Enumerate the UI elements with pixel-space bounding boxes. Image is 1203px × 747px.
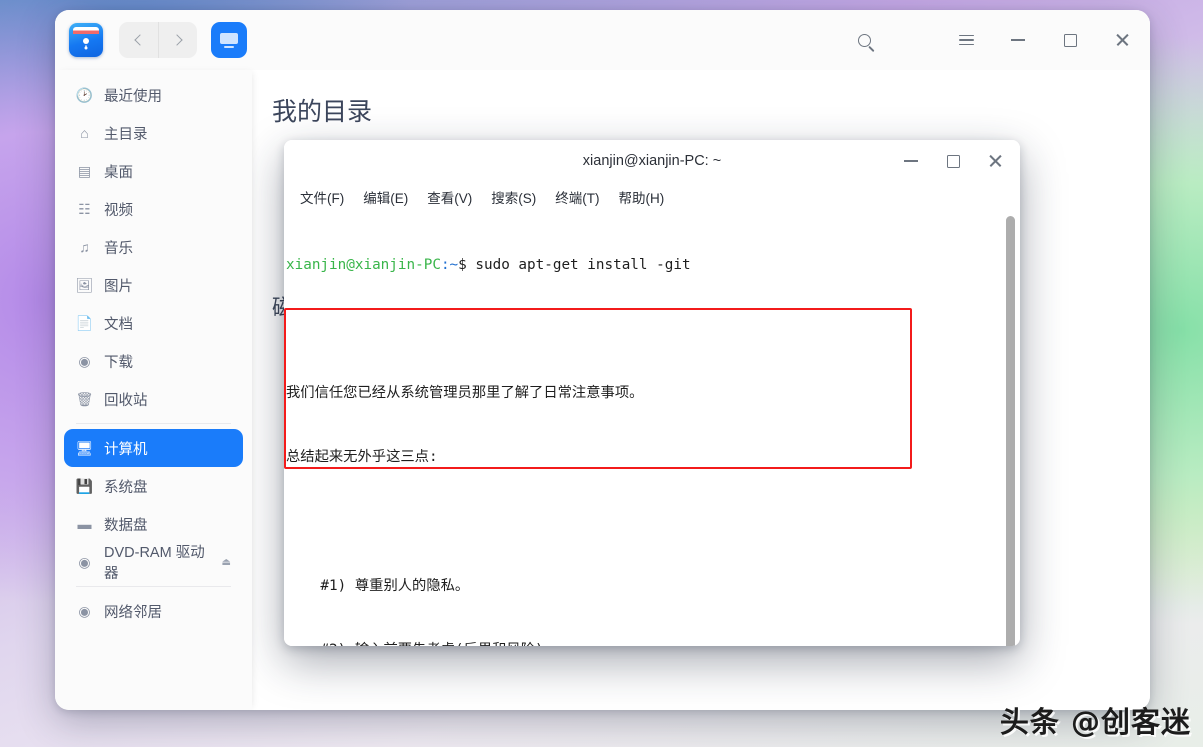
sidebar-item-label: 计算机 — [104, 438, 148, 459]
menu-search[interactable]: 搜索(S) — [491, 187, 536, 207]
sidebar-item-label: 音乐 — [104, 237, 133, 258]
sidebar-item-recent[interactable]: 🕑 最近使用 — [64, 76, 243, 114]
chevron-right-icon — [171, 34, 182, 45]
watermark: 头条 @创客迷 — [1000, 699, 1191, 741]
sidebar-item-network[interactable]: ◉ 网络邻居 — [64, 592, 243, 630]
sidebar-item-label: 视频 — [104, 199, 133, 220]
filemanager-app-icon — [69, 23, 103, 57]
picture-icon: 🖼 — [76, 278, 93, 292]
clock-icon: 🕑 — [76, 88, 93, 102]
eject-icon[interactable]: ⏏ — [222, 557, 231, 568]
system-disk-icon: 💾 — [76, 479, 93, 493]
computer-view-icon — [220, 33, 238, 48]
minimize-button[interactable] — [996, 18, 1040, 62]
search-icon — [858, 34, 871, 47]
chevron-left-icon — [134, 34, 145, 45]
home-icon: ⌂ — [76, 126, 93, 140]
prompt-path: :~ — [441, 257, 458, 273]
sidebar-item-label: 主目录 — [104, 123, 148, 144]
music-icon: ♫ — [76, 240, 93, 254]
sidebar-item-label: 数据盘 — [104, 514, 148, 535]
sidebar-item-desktop[interactable]: ▤ 桌面 — [64, 152, 243, 190]
data-disk-icon: ▬ — [76, 517, 93, 531]
sidebar-item-label: 网络邻居 — [104, 601, 162, 622]
page-title: 我的目录 — [252, 70, 1150, 128]
close-button[interactable] — [1100, 18, 1144, 62]
menu-edit[interactable]: 编辑(E) — [363, 187, 408, 207]
terminal-line-prompt-1: xianjin@xianjin-PC:~$ sudo apt-get insta… — [285, 255, 1020, 276]
network-icon: ◉ — [76, 604, 93, 618]
terminal-maximize-button[interactable] — [932, 143, 974, 179]
terminal-minimize-button[interactable] — [890, 143, 932, 179]
close-icon — [1115, 33, 1130, 48]
terminal-output-line: #2) 输入前要先考虑(后果和风险)。 — [285, 640, 1020, 646]
sidebar-item-music[interactable]: ♫ 音乐 — [64, 228, 243, 266]
forward-button[interactable] — [158, 22, 197, 58]
navigation-button-group — [119, 22, 197, 58]
terminal-output-line: #1) 尊重别人的隐私。 — [285, 576, 1020, 597]
terminal-screen[interactable]: xianjin@xianjin-PC:~$ sudo apt-get insta… — [284, 212, 1020, 646]
maximize-icon — [1064, 34, 1077, 47]
sidebar-divider — [76, 423, 231, 424]
sidebar-item-data-disk[interactable]: ▬ 数据盘 — [64, 505, 243, 543]
sidebar-item-label: 最近使用 — [104, 85, 162, 106]
desktop-background: 🕑 最近使用 ⌂ 主目录 ▤ 桌面 ☷ 视频 ♫ 音乐 — [0, 0, 1203, 747]
sidebar-item-downloads[interactable]: ◉ 下载 — [64, 342, 243, 380]
sidebar-item-system-disk[interactable]: 💾 系统盘 — [64, 467, 243, 505]
sidebar-item-home[interactable]: ⌂ 主目录 — [64, 114, 243, 152]
hamburger-menu-icon — [959, 35, 974, 46]
terminal-close-button[interactable] — [974, 143, 1016, 179]
sidebar-item-computer[interactable]: 🖥 计算机 — [64, 429, 243, 467]
maximize-icon — [947, 155, 960, 168]
menu-view[interactable]: 查看(V) — [427, 187, 472, 207]
sidebar-item-label: 回收站 — [104, 389, 148, 410]
terminal-output-line: 总结起来无外乎这三点: — [285, 447, 1020, 468]
maximize-button[interactable] — [1048, 18, 1092, 62]
menu-file[interactable]: 文件(F) — [300, 187, 344, 207]
terminal-command-1: sudo apt-get install -git — [475, 257, 690, 273]
computer-icon: 🖥 — [76, 441, 93, 455]
terminal-output-line: 我们信任您已经从系统管理员那里了解了日常注意事项。 — [285, 383, 1020, 404]
menu-help[interactable]: 帮助(H) — [619, 187, 665, 207]
menu-terminal[interactable]: 终端(T) — [555, 187, 599, 207]
sidebar-item-pictures[interactable]: 🖼 图片 — [64, 266, 243, 304]
sidebar-item-label: 下载 — [104, 351, 133, 372]
trash-icon: 🗑 — [76, 392, 93, 406]
minimize-icon — [904, 160, 918, 162]
computer-view-button[interactable] — [211, 22, 247, 58]
sidebar-item-dvd-drive[interactable]: ◉ DVD-RAM 驱动器 ⏏ — [64, 543, 243, 581]
sidebar: 🕑 最近使用 ⌂ 主目录 ▤ 桌面 ☷ 视频 ♫ 音乐 — [55, 70, 252, 710]
back-button[interactable] — [119, 22, 158, 58]
document-icon: 📄 — [76, 316, 93, 330]
download-icon: ◉ — [76, 354, 93, 368]
video-icon: ☷ — [76, 202, 93, 216]
sidebar-item-label: DVD-RAM 驱动器 — [104, 541, 211, 583]
menu-button[interactable] — [944, 18, 988, 62]
file-manager-titlebar — [55, 10, 1150, 70]
terminal-menubar: 文件(F) 编辑(E) 查看(V) 搜索(S) 终端(T) 帮助(H) — [284, 182, 1020, 212]
prompt-symbol: $ — [458, 257, 475, 273]
sidebar-item-trash[interactable]: 🗑 回收站 — [64, 380, 243, 418]
terminal-window: xianjin@xianjin-PC: ~ 文件(F) 编辑(E) 查看(V) … — [284, 140, 1020, 646]
sidebar-item-label: 图片 — [104, 275, 133, 296]
sidebar-divider-2 — [76, 586, 231, 587]
terminal-titlebar[interactable]: xianjin@xianjin-PC: ~ — [284, 140, 1020, 182]
sidebar-item-videos[interactable]: ☷ 视频 — [64, 190, 243, 228]
sidebar-item-documents[interactable]: 📄 文档 — [64, 304, 243, 342]
search-button[interactable] — [842, 18, 886, 62]
sidebar-item-label: 桌面 — [104, 161, 133, 182]
optical-drive-icon: ◉ — [76, 555, 93, 569]
desktop-icon: ▤ — [76, 164, 93, 178]
minimize-icon — [1011, 39, 1025, 41]
close-icon — [988, 154, 1003, 169]
terminal-scrollbar[interactable] — [1006, 216, 1015, 646]
sidebar-item-label: 文档 — [104, 313, 133, 334]
prompt-user: xianjin@xianjin-PC — [286, 257, 441, 273]
sidebar-item-label: 系统盘 — [104, 476, 148, 497]
